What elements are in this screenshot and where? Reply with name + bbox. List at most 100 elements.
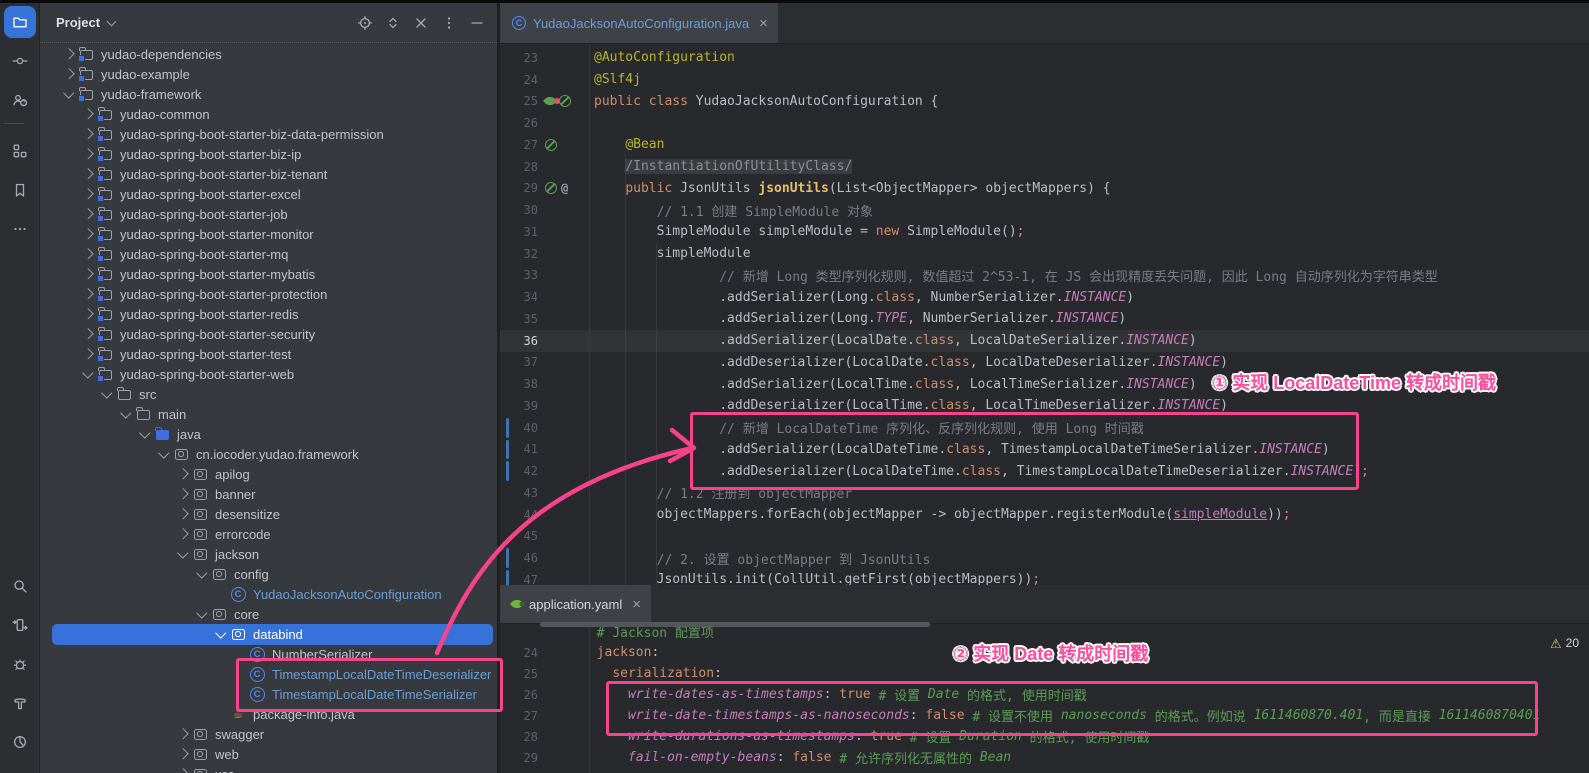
tree-item-yudao-spring-boot-starter-mq[interactable]: yudao-spring-boot-starter-mq [40, 244, 497, 264]
code-line-31[interactable]: 31 SimpleModule simpleModule = new Simpl… [500, 221, 1589, 243]
code-line-47[interactable]: 47 JsonUtils.init(CollUtil.getFirst(obje… [500, 569, 1589, 585]
chevron-down-icon[interactable] [107, 16, 117, 26]
tree-item-yudao-spring-boot-starter-monitor[interactable]: yudao-spring-boot-starter-monitor [40, 224, 497, 244]
tree-item-timestamplocaldatetimeserializer[interactable]: CTimestampLocalDateTimeSerializer [40, 684, 497, 704]
code-line-27[interactable]: 27 @Bean [500, 134, 1589, 156]
chevron-down-icon[interactable] [178, 547, 189, 558]
chevron-right-icon[interactable] [178, 529, 189, 540]
tree-item-apilog[interactable]: apilog [40, 464, 497, 484]
code-line-44[interactable]: 44 objectMappers.forEach(objectMapper ->… [500, 504, 1589, 526]
profiler-icon[interactable] [4, 726, 36, 758]
chevron-right-icon[interactable] [83, 229, 94, 240]
code-line-26[interactable]: 26 [500, 112, 1589, 134]
tree-item-yudao-spring-boot-starter-web[interactable]: yudao-spring-boot-starter-web [40, 364, 497, 384]
tree-item-numberserializer[interactable]: CNumberSerializer [40, 644, 497, 664]
locate-icon[interactable] [357, 15, 373, 31]
more-icon[interactable] [4, 213, 36, 245]
code-line-32[interactable]: 32 simpleModule [500, 243, 1589, 265]
chevron-right-icon[interactable] [83, 329, 94, 340]
chevron-down-icon[interactable] [197, 567, 208, 578]
chevron-right-icon[interactable] [178, 769, 189, 773]
tree-item-yudao-example[interactable]: yudao-example [40, 64, 497, 84]
tree-item-jackson[interactable]: jackson [40, 544, 497, 564]
code-line-25[interactable]: 25public class YudaoJacksonAutoConfigura… [500, 91, 1589, 113]
horizontal-scrollbar-thumb[interactable] [540, 622, 930, 627]
tree-item-yudao-spring-boot-starter-mybatis[interactable]: yudao-spring-boot-starter-mybatis [40, 264, 497, 284]
chevron-right-icon[interactable] [178, 469, 189, 480]
project-panel-title[interactable]: Project [56, 15, 100, 30]
code-line-40[interactable]: 40 // 新增 LocalDateTime 序列化、反序列化规则, 使用 Lo… [500, 417, 1589, 439]
yaml-line-25[interactable]: 25 serialization: [500, 663, 1589, 684]
expand-icon[interactable] [385, 15, 401, 31]
tree-item-yudao-spring-boot-starter-test[interactable]: yudao-spring-boot-starter-test [40, 344, 497, 364]
chevron-right-icon[interactable] [83, 309, 94, 320]
chevron-right-icon[interactable] [83, 169, 94, 180]
chevron-right-icon[interactable] [178, 489, 189, 500]
spring-bean-icon[interactable] [545, 182, 557, 194]
chevron-right-icon[interactable] [83, 109, 94, 120]
tree-item-xss[interactable]: xss [40, 764, 497, 773]
spring-boot-icon[interactable] [543, 94, 557, 108]
chevron-right-icon[interactable] [178, 749, 189, 760]
tree-item-yudao-spring-boot-starter-biz-ip[interactable]: yudao-spring-boot-starter-biz-ip [40, 144, 497, 164]
project-folder-icon[interactable] [4, 6, 36, 38]
chevron-right-icon[interactable] [83, 249, 94, 260]
chevron-right-icon[interactable] [178, 509, 189, 520]
chevron-down-icon[interactable] [197, 607, 208, 618]
inspections-widget[interactable]: ⚠ 20 [1550, 636, 1579, 650]
tree-item-yudao-framework[interactable]: yudao-framework [40, 84, 497, 104]
code-line-33[interactable]: 33 // 新增 Long 类型序列化规则, 数值超过 2^53-1, 在 JS… [500, 265, 1589, 287]
code-line-28[interactable]: 28 /InstantiationOfUtilityClass/ [500, 156, 1589, 178]
tree-item-cn-iocoder-yudao-framework[interactable]: cn.iocoder.yudao.framework [40, 444, 497, 464]
tab-application-yaml[interactable]: application.yaml × [500, 585, 651, 623]
run-io-icon[interactable] [4, 609, 36, 641]
tree-item-yudao-common[interactable]: yudao-common [40, 104, 497, 124]
chevron-right-icon[interactable] [83, 289, 94, 300]
code-line-41[interactable]: 41 .addSerializer(LocalDateTime.class, T… [500, 439, 1589, 461]
chevron-down-icon[interactable] [102, 387, 113, 398]
spring-bean-icon[interactable] [545, 139, 557, 151]
tree-item-yudao-spring-boot-starter-security[interactable]: yudao-spring-boot-starter-security [40, 324, 497, 344]
tab-yudaojacksonautoconfiguration[interactable]: C YudaoJacksonAutoConfiguration.java × [500, 3, 778, 43]
close-icon[interactable]: × [632, 597, 641, 612]
chevron-down-icon[interactable] [216, 627, 227, 638]
yaml-line-27[interactable]: 27 write-date-timestamps-as-nanoseconds:… [500, 705, 1589, 726]
bookmarks-icon[interactable] [4, 174, 36, 206]
tree-item-src[interactable]: src [40, 384, 497, 404]
tree-item-yudao-spring-boot-starter-biz-data-permission[interactable]: yudao-spring-boot-starter-biz-data-permi… [40, 124, 497, 144]
tree-item-core[interactable]: core [40, 604, 497, 624]
java-code-area[interactable]: 23@AutoConfiguration24@Slf4j25public cla… [500, 3, 1589, 585]
code-line-23[interactable]: 23@AutoConfiguration [500, 47, 1589, 69]
search-icon[interactable] [4, 570, 36, 602]
tree-item-swagger[interactable]: swagger [40, 724, 497, 744]
yaml-line-28[interactable]: 28 write-durations-as-timestamps: true #… [500, 726, 1589, 747]
tree-item-yudao-spring-boot-starter-biz-tenant[interactable]: yudao-spring-boot-starter-biz-tenant [40, 164, 497, 184]
code-line-36[interactable]: 36 .addSerializer(LocalDate.class, Local… [500, 330, 1589, 352]
code-line-43[interactable]: 43 // 1.2 注册到 objectMapper [500, 482, 1589, 504]
chevron-right-icon[interactable] [83, 269, 94, 280]
chevron-right-icon[interactable] [83, 209, 94, 220]
tree-item-config[interactable]: config [40, 564, 497, 584]
panel-splitter[interactable] [497, 3, 500, 773]
yaml-line-26[interactable]: 26 write-dates-as-timestamps: true # 设置 … [500, 684, 1589, 705]
tree-item-desensitize[interactable]: desensitize [40, 504, 497, 524]
annotation-gutter-icon[interactable]: @ [561, 181, 568, 195]
chevron-right-icon[interactable] [83, 149, 94, 160]
tree-item-yudao-spring-boot-starter-excel[interactable]: yudao-spring-boot-starter-excel [40, 184, 497, 204]
chevron-right-icon[interactable] [64, 69, 75, 80]
code-line-30[interactable]: 30 // 1.1 创建 SimpleModule 对象 [500, 199, 1589, 221]
structure-icon[interactable] [4, 135, 36, 167]
tree-item-errorcode[interactable]: errorcode [40, 524, 497, 544]
chevron-down-icon[interactable] [83, 367, 94, 378]
tree-item-yudao-spring-boot-starter-protection[interactable]: yudao-spring-boot-starter-protection [40, 284, 497, 304]
tree-item-yudao-spring-boot-starter-job[interactable]: yudao-spring-boot-starter-job [40, 204, 497, 224]
code-line-24[interactable]: 24@Slf4j [500, 69, 1589, 91]
code-line-39[interactable]: 39 .addDeserializer(LocalTime.class, Loc… [500, 395, 1589, 417]
code-line-45[interactable]: 45 [500, 526, 1589, 548]
project-tree[interactable]: yudao-dependenciesyudao-exampleyudao-fra… [40, 44, 497, 773]
chevron-right-icon[interactable] [178, 729, 189, 740]
tree-item-yudao-spring-boot-starter-redis[interactable]: yudao-spring-boot-starter-redis [40, 304, 497, 324]
code-line-29[interactable]: 29@ public JsonUtils jsonUtils(List<Obje… [500, 178, 1589, 200]
close-icon[interactable]: × [759, 16, 768, 31]
chevron-down-icon[interactable] [140, 427, 151, 438]
